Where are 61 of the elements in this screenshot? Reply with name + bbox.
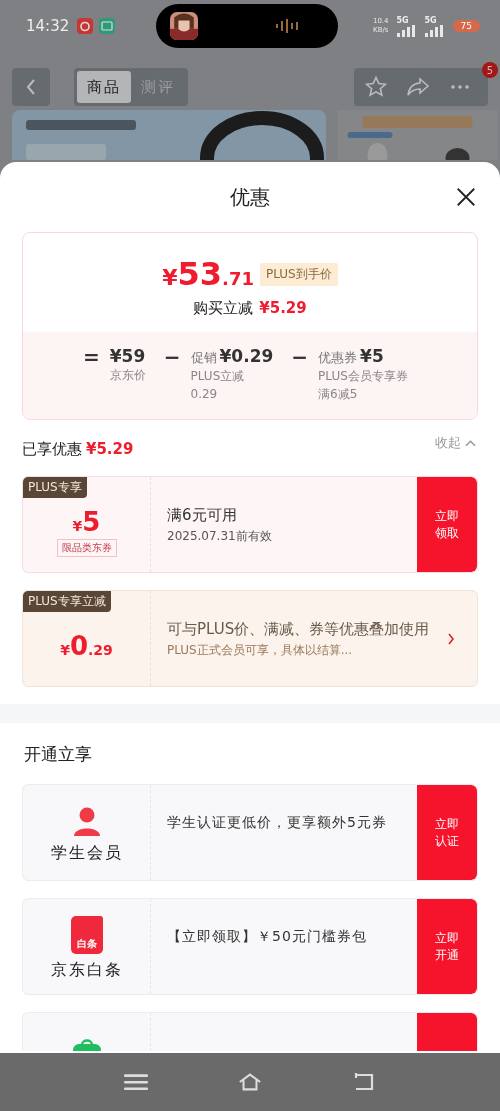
final-price: ¥53.71 [162, 255, 254, 293]
breakdown-label: 优惠券 [318, 349, 358, 367]
breakdown-label: 促销 [190, 349, 217, 367]
breakdown-amount: ¥5 [360, 346, 384, 366]
breakdown-note: 满6减5 [318, 386, 359, 403]
coupon-card[interactable]: PLUS专享立减 ¥0.29 可与PLUS价、满减、券等优惠叠加使用 PLUS正式会员可享，具体以结算... [22, 590, 478, 687]
chevron-right-icon[interactable] [447, 632, 455, 645]
sheet-title: 优惠 [230, 183, 270, 211]
offer-description: 学生认证更低价，更享额外5元券 [167, 813, 388, 832]
section-title: 开通立享 [23, 743, 93, 766]
clock-time: 14:32 [26, 17, 70, 35]
card-icon: 白条 [70, 916, 103, 954]
bag-icon [70, 1037, 103, 1051]
operator: = [83, 346, 100, 368]
coupon-type: 限品类东券 [56, 538, 117, 557]
enjoyed-label: 已享优惠 [22, 439, 82, 459]
coupon-condition: 满6元可用 [167, 504, 238, 525]
offer-name: 京东白条 [50, 960, 123, 981]
claim-button[interactable]: 立即领取 [417, 477, 477, 572]
notification-badge: 5 [482, 62, 498, 78]
battery-indicator: 75 [452, 20, 480, 32]
offer-name: 学生会员 [50, 843, 123, 864]
coupon-amount: ¥0.29 [60, 630, 113, 661]
network-type: 5G [424, 15, 438, 25]
network-type: 5G [396, 15, 410, 25]
breakdown-note: 京东价 [109, 367, 146, 384]
tab[interactable]: 商品 [77, 71, 131, 103]
back-icon[interactable] [352, 1072, 376, 1092]
coupon-note: PLUS正式会员可享，具体以结算... [167, 641, 354, 659]
operator: − [163, 346, 181, 368]
breakdown-note: 0.29 [190, 386, 219, 403]
back-icon [25, 77, 37, 97]
coupon-amount: ¥5 [72, 506, 101, 537]
reduction-label: 购买立减 [193, 299, 254, 318]
media-island[interactable] [156, 4, 338, 48]
coupon-note: 2025.07.31前有效 [167, 527, 273, 545]
signal-icon [396, 24, 417, 37]
breakdown-note: PLUS会员专享券 [318, 368, 408, 385]
close-icon[interactable] [455, 186, 477, 208]
star-icon[interactable] [364, 75, 388, 99]
chevron-up-icon [465, 439, 476, 447]
breakdown-note: PLUS立减 [190, 368, 246, 385]
signal-icon [424, 24, 445, 37]
reduction-amount: ¥5.29 [259, 299, 307, 317]
home-icon[interactable] [238, 1072, 262, 1092]
coupon-tag: PLUS专享 [23, 477, 87, 498]
app-icon [77, 18, 94, 34]
breakdown-amount: ¥59 [109, 346, 146, 366]
back-button[interactable] [12, 68, 50, 106]
menu-icon[interactable] [124, 1072, 148, 1092]
breakdown-amount: ¥0.29 [219, 346, 274, 366]
operator: − [291, 346, 309, 368]
price-tag: PLUS到手价 [260, 262, 338, 286]
offer-description: 【立即领取】￥50元门槛券包 [167, 927, 368, 946]
collapse-toggle[interactable]: 收起 [433, 434, 478, 464]
coupon-condition: 可与PLUS价、满减、券等优惠叠加使用 [167, 618, 431, 639]
offer-button[interactable]: 立即认证 [417, 785, 477, 880]
app-icon [99, 18, 116, 34]
offer-button[interactable]: 立即开通 [417, 899, 477, 994]
coupon-tag: PLUS专享立减 [23, 591, 111, 612]
enjoyed-amount: ¥5.29 [86, 440, 134, 458]
